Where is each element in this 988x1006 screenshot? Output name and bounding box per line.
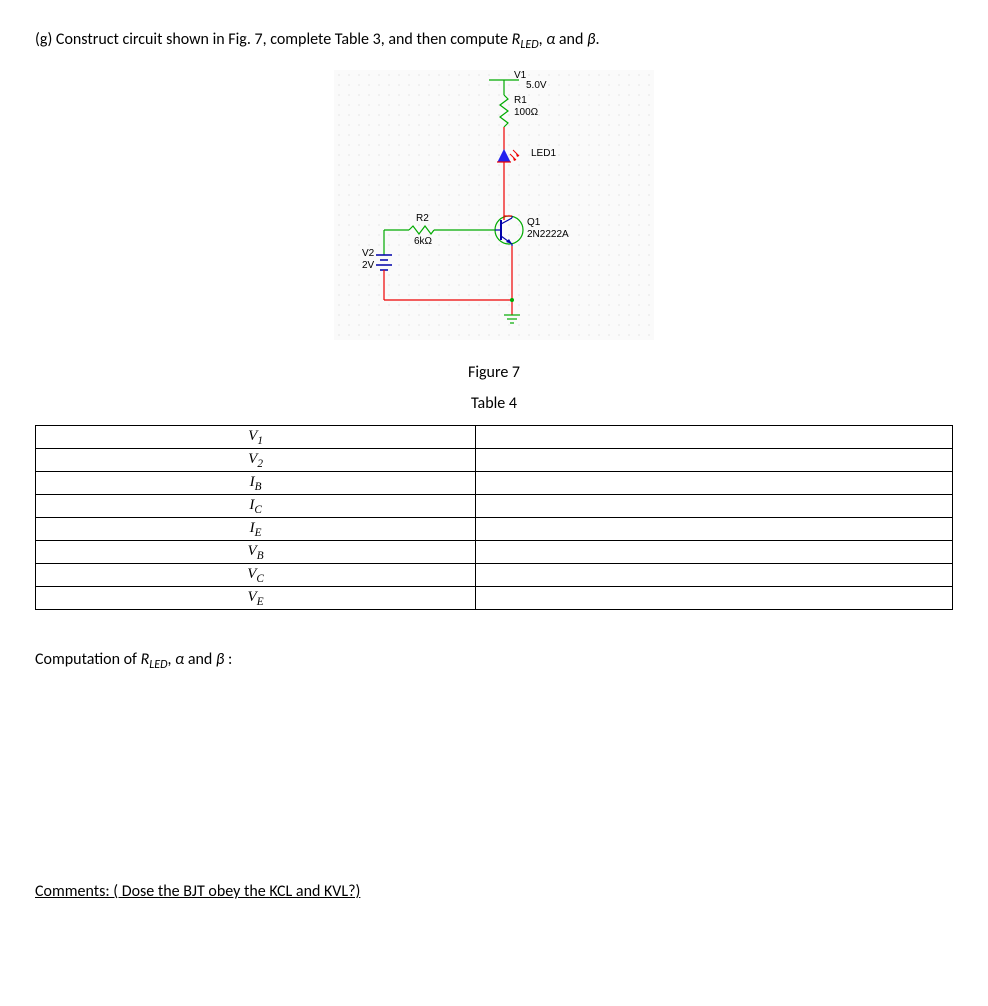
data-table: V1V2IBICIEVBVCVE [35, 425, 953, 610]
table-row: IC [36, 495, 953, 518]
computation-heading: Computation of RLED, α and β : [35, 650, 953, 672]
r2-value: 6kΩ [414, 236, 432, 247]
v1-label: V1 [514, 70, 526, 81]
row-value [476, 541, 953, 564]
r2-label: R2 [416, 213, 429, 224]
row-value [476, 449, 953, 472]
r1-label: R1 [514, 95, 527, 106]
table-row: VC [36, 564, 953, 587]
row-value [476, 564, 953, 587]
comments-line: Comments: ( Dose the BJT obey the KCL an… [35, 882, 953, 901]
prompt-text: (g) Construct circuit shown in Fig. 7, c… [35, 30, 512, 49]
row-value [476, 472, 953, 495]
table-row: VE [36, 587, 953, 610]
figure-caption: Figure 7 [35, 363, 953, 382]
row-value [476, 426, 953, 449]
table-row: V1 [36, 426, 953, 449]
question-prompt: (g) Construct circuit shown in Fig. 7, c… [35, 30, 953, 52]
r1-value: 100Ω [514, 107, 538, 118]
led-label: LED1 [531, 148, 556, 159]
row-value [476, 587, 953, 610]
row-label: VE [36, 587, 476, 610]
v2-label: V2 [362, 248, 374, 259]
table-caption: Table 4 [35, 394, 953, 413]
row-label: VC [36, 564, 476, 587]
row-label: IB [36, 472, 476, 495]
row-label: IE [36, 518, 476, 541]
row-label: V1 [36, 426, 476, 449]
v2-value: 2V [362, 260, 374, 271]
figure-area: V1 5.0V R1 100Ω LED1 Q1 2N2222A R2 6kΩ V… [35, 70, 953, 413]
row-label: IC [36, 495, 476, 518]
row-value [476, 495, 953, 518]
row-value [476, 518, 953, 541]
q1-value: 2N2222A [527, 229, 569, 240]
table-row: IB [36, 472, 953, 495]
schematic-svg [334, 70, 654, 340]
v1-value: 5.0V [526, 80, 547, 91]
table-row: VB [36, 541, 953, 564]
table-row: V2 [36, 449, 953, 472]
r-sub: LED [520, 38, 538, 52]
circuit-schematic: V1 5.0V R1 100Ω LED1 Q1 2N2222A R2 6kΩ V… [334, 70, 654, 340]
table-row: IE [36, 518, 953, 541]
q1-label: Q1 [527, 217, 540, 228]
alpha-symbol: α [546, 30, 555, 49]
row-label: V2 [36, 449, 476, 472]
row-label: VB [36, 541, 476, 564]
r-symbol: R [512, 30, 521, 49]
